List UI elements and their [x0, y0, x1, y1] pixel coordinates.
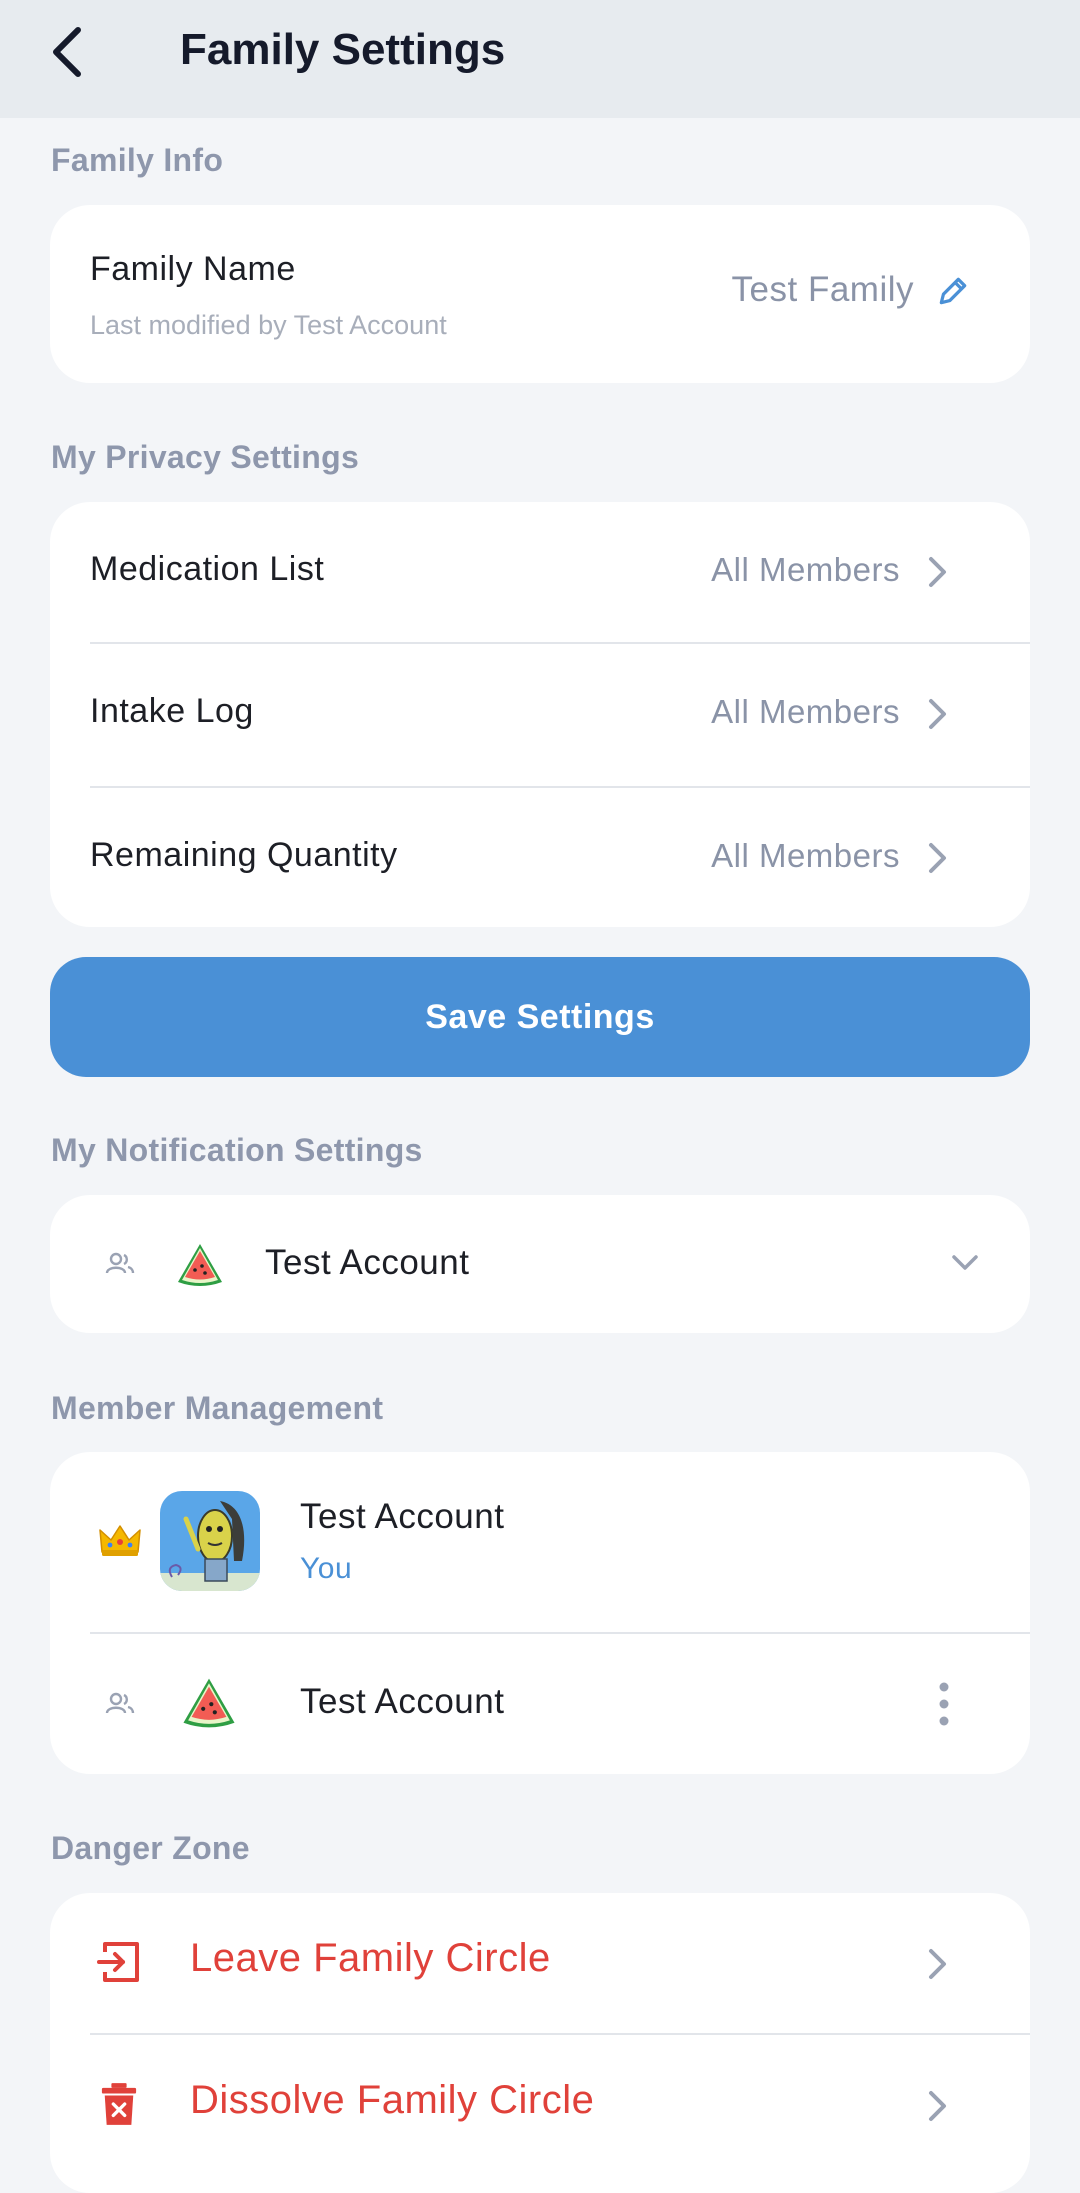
- chevron-right-icon: [929, 557, 946, 587]
- privacy-item-label: Medication List: [90, 550, 325, 588]
- notification-member-name: Test Account: [265, 1243, 470, 1282]
- section-label-family-info: Family Info: [51, 142, 224, 178]
- privacy-item-label: Remaining Quantity: [90, 836, 398, 874]
- chevron-right-icon: [929, 699, 946, 729]
- watermelon-icon: [178, 1244, 222, 1286]
- dissolve-family-row[interactable]: Dissolve Family Circle: [50, 2035, 1030, 2175]
- avatar: [160, 1491, 260, 1591]
- you-tag: You: [300, 1552, 353, 1585]
- back-arrow-icon[interactable]: [44, 22, 94, 82]
- privacy-item-label: Intake Log: [90, 692, 254, 730]
- last-modified-text: Last modified by Test Account: [90, 310, 447, 340]
- family-name-label: Family Name: [90, 250, 296, 288]
- save-settings-button[interactable]: Save Settings: [50, 957, 1030, 1077]
- chevron-down-icon: [952, 1255, 978, 1270]
- privacy-row-remaining-quantity[interactable]: Remaining Quantity All Members: [50, 788, 1030, 927]
- dissolve-family-label: Dissolve Family Circle: [190, 2078, 595, 2122]
- leave-family-label: Leave Family Circle: [190, 1936, 551, 1980]
- danger-card: Leave Family Circle Dissolve Family Circ…: [50, 1893, 1030, 2193]
- watermelon-icon: [183, 1678, 235, 1728]
- members-card: Test Account You Test Account: [50, 1452, 1030, 1774]
- member-name: Test Account: [300, 1682, 505, 1721]
- privacy-item-value: All Members: [711, 837, 900, 874]
- people-icon: [105, 1692, 135, 1714]
- section-label-members: Member Management: [51, 1390, 384, 1426]
- page-title: Family Settings: [180, 25, 506, 74]
- member-row[interactable]: Test Account: [50, 1634, 1030, 1774]
- top-app-bar: Family Settings: [0, 0, 1080, 118]
- family-info-card: Family Name Last modified by Test Accoun…: [50, 205, 1030, 383]
- section-label-notifications: My Notification Settings: [51, 1132, 423, 1168]
- exit-icon: [97, 1942, 139, 1982]
- privacy-row-intake-log[interactable]: Intake Log All Members: [50, 644, 1030, 786]
- privacy-row-medication-list[interactable]: Medication List All Members: [50, 502, 1030, 642]
- section-label-danger: Danger Zone: [51, 1830, 250, 1866]
- privacy-item-value: All Members: [711, 551, 900, 588]
- notification-member-dropdown[interactable]: Test Account: [50, 1195, 1030, 1333]
- family-name-value: Test Family: [731, 270, 914, 309]
- member-row-owner[interactable]: Test Account You: [50, 1452, 1030, 1632]
- pencil-icon[interactable]: [936, 274, 970, 308]
- chevron-right-icon: [929, 843, 946, 873]
- family-name-edit[interactable]: Test Family: [732, 270, 970, 320]
- privacy-item-value: All Members: [711, 693, 900, 730]
- leave-family-row[interactable]: Leave Family Circle: [50, 1893, 1030, 2033]
- section-label-privacy: My Privacy Settings: [51, 439, 360, 475]
- chevron-right-icon: [929, 2091, 946, 2121]
- trash-icon: [101, 2083, 137, 2125]
- privacy-card: Medication List All Members Intake Log A…: [50, 502, 1030, 927]
- people-icon: [105, 1252, 135, 1274]
- chevron-right-icon: [929, 1949, 946, 1979]
- more-vertical-icon[interactable]: [938, 1682, 950, 1726]
- crown-icon: [99, 1525, 141, 1556]
- member-name: Test Account: [300, 1497, 505, 1536]
